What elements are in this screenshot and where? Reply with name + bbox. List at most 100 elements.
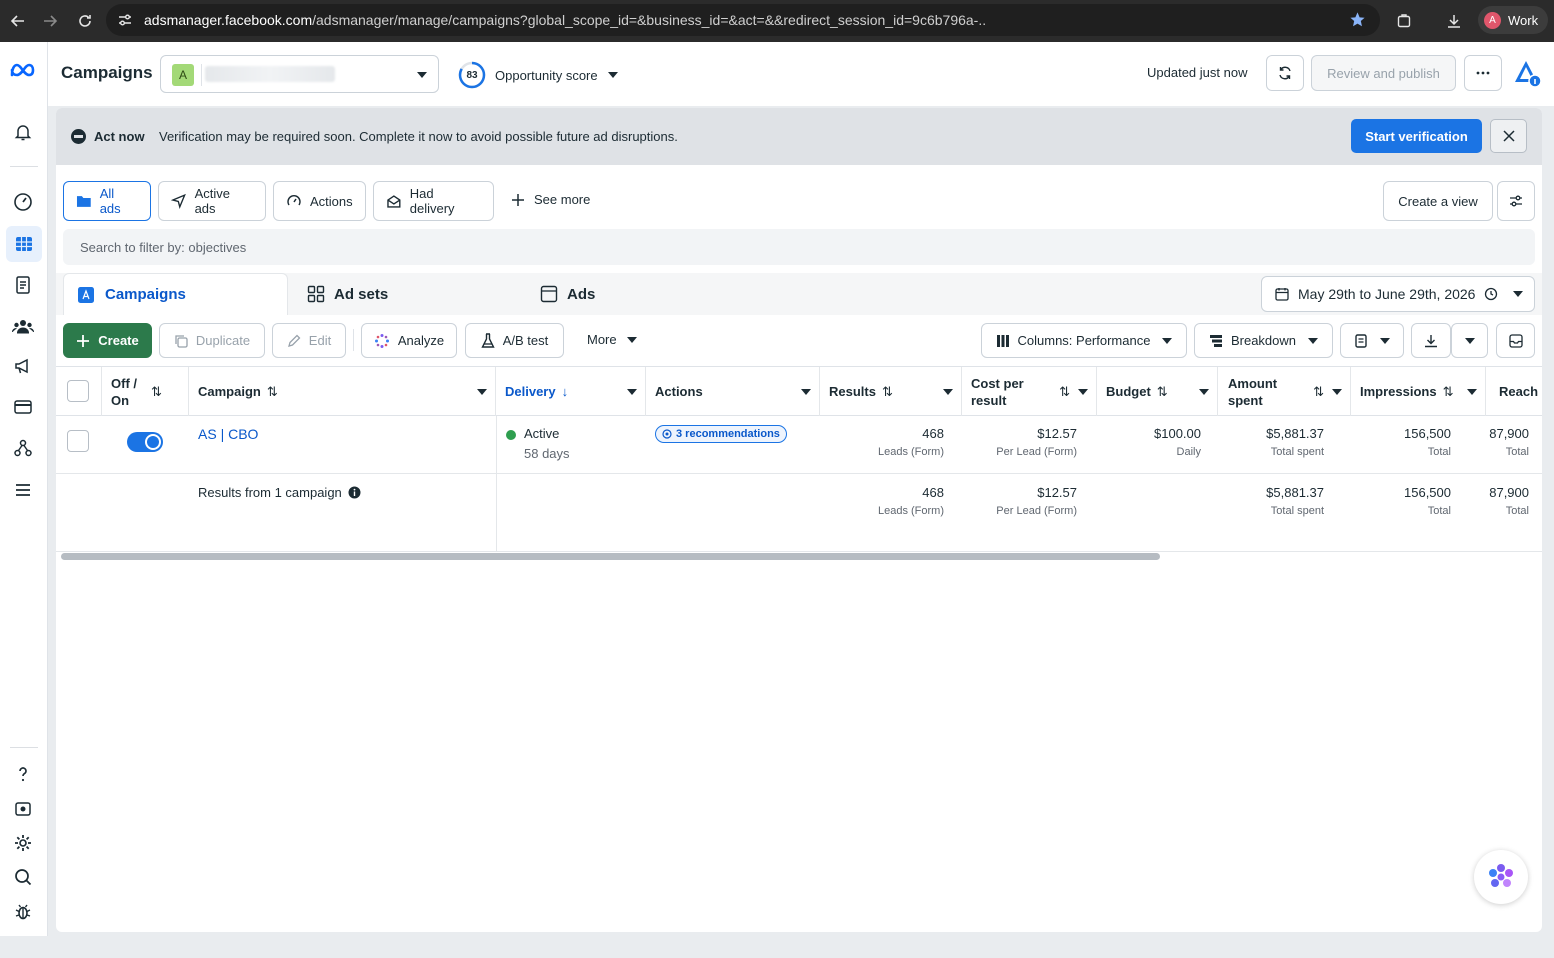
settings-gear-icon[interactable] — [11, 831, 35, 855]
column-header-off-on[interactable]: Off / On ⇅ — [102, 367, 189, 416]
alert-minus-icon — [71, 129, 86, 144]
bookmark-star-icon[interactable] — [1349, 11, 1366, 28]
filter-settings-button[interactable] — [1497, 181, 1535, 221]
column-header-campaign[interactable]: Campaign ⇅ — [189, 367, 496, 416]
analyze-button[interactable]: Analyze — [361, 323, 457, 358]
close-icon — [1502, 130, 1515, 142]
more-actions-dropdown[interactable]: More — [587, 332, 637, 347]
horizontal-scrollbar[interactable] — [61, 553, 1160, 560]
campaigns-table: Off / On ⇅ Campaign ⇅ Delivery ↓ Actions… — [56, 366, 1542, 552]
help-icon[interactable] — [11, 762, 35, 786]
column-header-actions[interactable]: Actions — [646, 367, 820, 416]
select-all-checkbox[interactable] — [67, 380, 89, 402]
ai-assistant-button[interactable] — [1474, 850, 1528, 904]
filter-actions[interactable]: Actions — [273, 181, 366, 221]
reload-icon[interactable] — [74, 10, 96, 32]
extensions-icon[interactable] — [1393, 10, 1415, 32]
date-range-picker[interactable]: May 29th to June 29th, 2026 — [1261, 276, 1535, 312]
forward-icon[interactable] — [39, 10, 61, 32]
row-checkbox[interactable] — [67, 430, 89, 452]
download-icon[interactable] — [1443, 10, 1465, 32]
column-header-results[interactable]: Results ⇅ — [820, 367, 962, 416]
edit-button[interactable]: Edit — [272, 323, 346, 358]
column-header-delivery[interactable]: Delivery ↓ — [496, 367, 646, 416]
see-more-filters-button[interactable]: See more — [511, 192, 590, 207]
folder-icon — [76, 196, 91, 207]
reports-dropdown[interactable] — [1340, 323, 1404, 358]
duplicate-button[interactable]: Duplicate — [159, 323, 265, 358]
active-status-dot — [506, 430, 516, 440]
billing-card-icon[interactable] — [11, 395, 35, 419]
gauge-icon — [287, 195, 301, 206]
filter-had-delivery[interactable]: Had delivery — [373, 181, 494, 221]
opportunity-score-button[interactable]: 83 Opportunity score — [458, 60, 618, 90]
tab-ads[interactable]: Ads — [529, 273, 754, 315]
start-verification-button[interactable]: Start verification — [1351, 119, 1482, 153]
filter-label: All ads — [99, 186, 121, 216]
filter-search-bar[interactable] — [63, 229, 1535, 265]
column-header-impressions[interactable]: Impressions ⇅ — [1351, 367, 1486, 416]
plus-icon — [77, 334, 90, 347]
export-button[interactable] — [1411, 323, 1451, 358]
create-view-button[interactable]: Create a view — [1383, 181, 1493, 221]
export-options-dropdown[interactable] — [1451, 323, 1488, 358]
columns-dropdown[interactable]: Columns: Performance — [981, 323, 1187, 358]
budget-subtitle: Daily — [1176, 446, 1201, 458]
notifications-bell-icon[interactable] — [11, 120, 35, 144]
search-icon[interactable] — [11, 865, 35, 889]
opportunity-score-value: 83 — [466, 69, 478, 81]
dashboard-gauge-icon[interactable] — [11, 190, 35, 214]
feedback-icon[interactable] — [11, 797, 35, 821]
toolbar-divider — [353, 329, 354, 351]
tab-ad-sets[interactable]: Ad sets — [296, 273, 521, 315]
advertising-megaphone-icon[interactable] — [11, 354, 35, 378]
more-options-button[interactable] — [1464, 55, 1502, 91]
all-tools-menu-icon[interactable] — [11, 478, 35, 502]
rail-divider — [10, 747, 38, 748]
business-tools-icon[interactable] — [11, 436, 35, 460]
filter-active-ads[interactable]: Active ads — [158, 181, 266, 221]
ad-account-selector[interactable]: A — [160, 55, 439, 93]
site-settings-icon[interactable] — [117, 12, 133, 28]
address-bar[interactable]: adsmanager.facebook.com/adsmanager/manag… — [106, 4, 1380, 36]
search-input[interactable] — [63, 229, 1535, 265]
back-icon[interactable] — [7, 10, 29, 32]
ab-test-button[interactable]: A/B test — [465, 323, 564, 358]
campaign-name-link[interactable]: AS | CBO — [198, 426, 258, 442]
review-and-publish-button[interactable]: Review and publish — [1311, 55, 1456, 91]
close-banner-button[interactable] — [1490, 119, 1527, 153]
sort-icon: ⇅ — [1313, 384, 1324, 399]
audiences-icon[interactable] — [11, 314, 35, 338]
filter-all-ads[interactable]: All ads — [63, 181, 151, 221]
budget-cell[interactable]: $100.00 Daily — [1097, 426, 1201, 458]
profile-chip[interactable]: A Work — [1478, 6, 1548, 34]
sparkle-analyze-icon — [374, 333, 389, 348]
row-divider — [56, 473, 1542, 474]
column-header-reach[interactable]: Reach — [1486, 367, 1542, 416]
column-header-cost-per-result[interactable]: Cost per result ⇅ — [962, 367, 1097, 416]
campaigns-table-icon[interactable] — [6, 226, 42, 262]
chevron-down-icon — [1162, 337, 1173, 344]
results-cell: 468 Leads (Form) — [820, 426, 944, 458]
account-avatar: A — [172, 64, 194, 86]
tab-label: Ads — [567, 285, 596, 303]
column-header-budget[interactable]: Budget ⇅ — [1097, 367, 1218, 416]
reports-icon[interactable] — [11, 273, 35, 297]
meta-logo-icon[interactable] — [8, 58, 38, 82]
refresh-icon — [1279, 66, 1291, 80]
tab-campaigns[interactable]: Campaigns — [63, 273, 288, 315]
breakdown-dropdown[interactable]: Breakdown — [1194, 323, 1333, 358]
campaign-on-off-toggle[interactable] — [127, 432, 163, 452]
ads-manager-assistant-icon[interactable] — [1512, 58, 1542, 88]
sort-icon: ⇅ — [1156, 384, 1168, 399]
report-bug-icon[interactable] — [11, 900, 35, 924]
chevron-down-icon — [1464, 337, 1475, 344]
refresh-button[interactable] — [1266, 55, 1304, 91]
amount-subtitle: Total spent — [1270, 446, 1324, 458]
info-icon[interactable] — [348, 486, 361, 499]
column-header-amount-spent[interactable]: Amount spent ⇅ — [1218, 367, 1351, 416]
chevron-down-icon — [801, 389, 811, 395]
inbox-button[interactable] — [1496, 323, 1535, 358]
recommendations-badge[interactable]: 3 recommendations — [655, 425, 787, 443]
create-button[interactable]: Create — [63, 323, 152, 358]
